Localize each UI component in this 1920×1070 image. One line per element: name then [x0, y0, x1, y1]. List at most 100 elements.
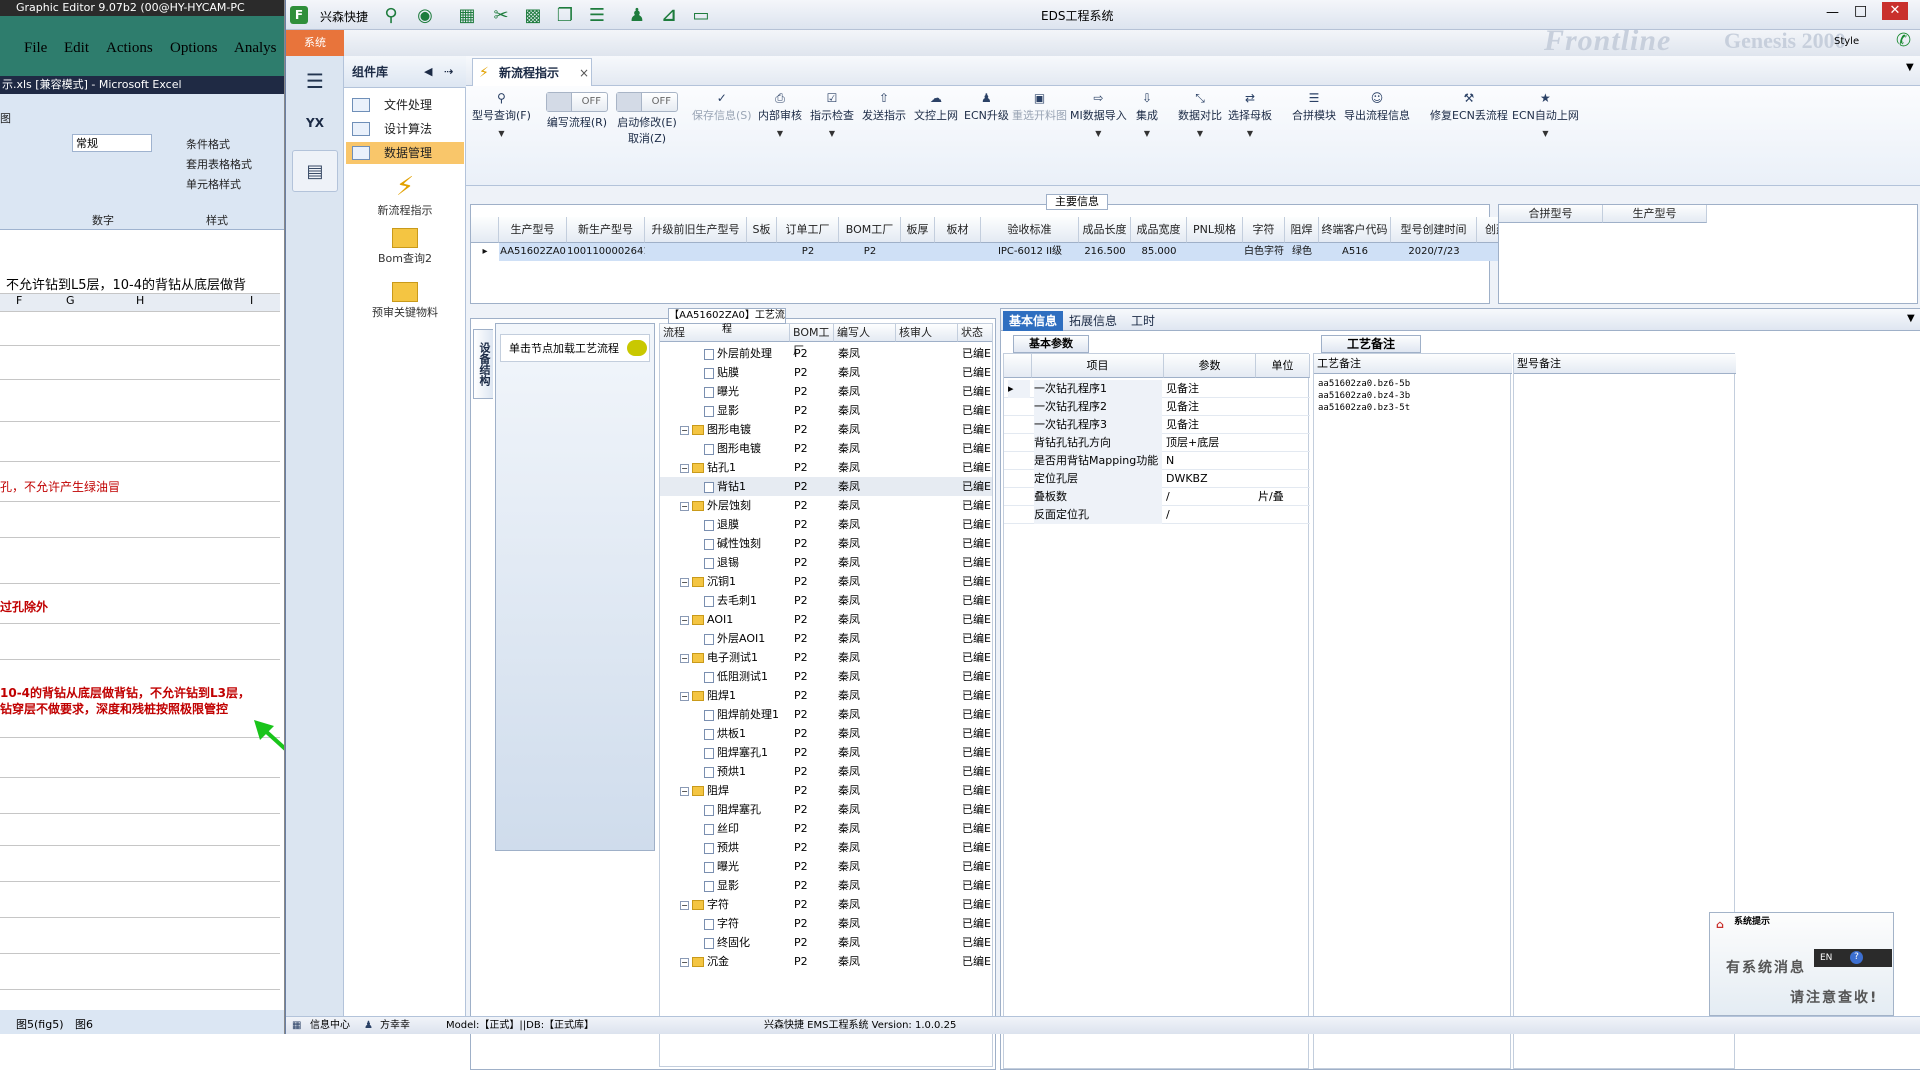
sheet-tab-fig5[interactable]: 图5(fig5): [0, 1018, 64, 1031]
tree-row[interactable]: − AOI1 P2 秦凤 已编E: [660, 610, 992, 629]
param-cell[interactable]: 片/叠: [1258, 488, 1308, 506]
close-button[interactable]: ✕: [1882, 2, 1908, 20]
system-notice-popup[interactable]: ⌂ 系统提示 有系统消息 请注意查收! EN ?: [1709, 912, 1894, 1016]
tree-row[interactable]: 碱性蚀刻 P2 秦凤 已编E: [660, 534, 992, 553]
tree-row[interactable]: − 阻焊1 P2 秦凤 已编E: [660, 686, 992, 705]
main-info-cell[interactable]: 绿色: [1285, 243, 1319, 261]
info-center-icon[interactable]: ▦: [292, 1017, 301, 1035]
language-bar[interactable]: EN ?: [1814, 949, 1892, 967]
tab-work-hours[interactable]: 工时: [1125, 311, 1161, 331]
list-icon[interactable]: ☰: [586, 6, 608, 26]
main-info-cell[interactable]: [935, 243, 981, 261]
copy-icon[interactable]: ❐: [554, 6, 576, 26]
basic-params-grid[interactable]: 项目 参数 单位 ▸ 一次钻孔程序1 见备注 一次钻孔程序2 见备注 一次钻孔程序3 见备注…: [1003, 353, 1310, 1069]
doc-control-online-button[interactable]: ☁ 文控上网: [914, 92, 958, 123]
system-tab[interactable]: 系统: [286, 30, 344, 56]
export-flow-info-button[interactable]: ☺ 导出流程信息: [1344, 92, 1410, 123]
close-tab-icon[interactable]: ×: [579, 59, 589, 87]
info-center-label[interactable]: 信息中心: [310, 1017, 350, 1035]
menu-icon[interactable]: ☰: [292, 60, 338, 102]
main-info-cell[interactable]: 白色字符: [1243, 243, 1285, 261]
tab-extended-info[interactable]: 拓展信息: [1063, 311, 1123, 331]
main-info-cell[interactable]: [901, 243, 935, 261]
tree-row[interactable]: 预烘 P2 秦凤 已编E: [660, 838, 992, 857]
tab-basic-info[interactable]: 基本信息: [1003, 311, 1064, 331]
param-row[interactable]: 背钻孔钻孔方向 顶层+底层: [1004, 434, 1310, 452]
chart-icon[interactable]: ⊿: [658, 6, 680, 26]
ecn-auto-online-button[interactable]: ★ ECN自动上网 ▼: [1512, 92, 1579, 138]
menu-analysis[interactable]: Analys: [234, 40, 277, 57]
pin-icon[interactable]: ⇢: [444, 56, 453, 88]
tree-row[interactable]: − 字符 P2 秦凤 已编E: [660, 895, 992, 914]
minimize-button[interactable]: —: [1826, 5, 1839, 20]
number-format-select[interactable]: 常规: [72, 134, 152, 152]
menu-edit[interactable]: Edit: [64, 40, 89, 57]
tree-row[interactable]: − 钻孔1 P2 秦凤 已编E: [660, 458, 992, 477]
tree-row[interactable]: 外层AOI1 P2 秦凤 已编E: [660, 629, 992, 648]
tree-row[interactable]: 字符 P2 秦凤 已编E: [660, 914, 992, 933]
main-info-cell[interactable]: AA51602ZA0: [499, 243, 567, 261]
collapse-toggle-icon[interactable]: −: [680, 957, 689, 967]
param-cell[interactable]: 见备注: [1166, 416, 1254, 434]
user-icon[interactable]: ♟: [626, 6, 648, 26]
collapse-toggle-icon[interactable]: −: [680, 577, 689, 587]
cancel-label[interactable]: 取消(Z): [628, 132, 666, 145]
param-row[interactable]: 是否用背钻Mapping功能 N: [1004, 452, 1310, 470]
globe-icon[interactable]: ◉: [414, 6, 436, 26]
auto-fix-toggle[interactable]: OFF 启动修改(E) 取消(Z): [616, 92, 678, 146]
tree-row[interactable]: 去毛刺1 P2 秦凤 已编E: [660, 591, 992, 610]
param-row[interactable]: 反面定位孔 /: [1004, 506, 1310, 524]
main-info-cell[interactable]: P2: [839, 243, 901, 261]
select-mother-board-button[interactable]: ⇄ 选择母板 ▼: [1228, 92, 1272, 138]
model-query-button[interactable]: ⚲ 型号查询(F) ▼: [472, 92, 531, 138]
ecn-upgrade-button[interactable]: ♟ ECN升级: [964, 92, 1009, 123]
scissors-icon[interactable]: ✂: [490, 6, 512, 26]
tree-row[interactable]: 贴膜 P2 秦凤 已编E: [660, 363, 992, 382]
collapse-toggle-icon[interactable]: −: [680, 786, 689, 796]
internal-review-button[interactable]: ⎙ 内部审核 ▼: [758, 92, 802, 138]
process-notes[interactable]: 工艺备注 aa51602za0.bz6-5b aa51602za0.bz4-3b…: [1313, 353, 1512, 1069]
tree-row[interactable]: − 外层蚀刻 P2 秦凤 已编E: [660, 496, 992, 515]
main-info-cell[interactable]: [645, 243, 747, 261]
menu-actions[interactable]: Actions: [106, 40, 153, 57]
tree-row[interactable]: 预烘1 P2 秦凤 已编E: [660, 762, 992, 781]
tree-row[interactable]: − 电子测试1 P2 秦凤 已编E: [660, 648, 992, 667]
send-instruction-button[interactable]: ⇧ 发送指示: [862, 92, 906, 123]
off-toggle[interactable]: OFF: [616, 92, 678, 112]
collapse-toggle-icon[interactable]: −: [680, 653, 689, 663]
param-cell[interactable]: 见备注: [1166, 398, 1254, 416]
collapse-toggle-icon[interactable]: −: [680, 900, 689, 910]
collapse-toggle-icon[interactable]: −: [680, 691, 689, 701]
yx-logo-icon[interactable]: YX: [292, 102, 338, 144]
save-info-button[interactable]: ✓ 保存信息(S): [692, 92, 752, 123]
window-icon[interactable]: ▭: [690, 6, 712, 26]
cell-style-button[interactable]: 单元格样式: [186, 176, 241, 192]
tree-row[interactable]: 丝印 P2 秦凤 已编E: [660, 819, 992, 838]
mi-import-button[interactable]: ⇨ MI数据导入 ▼: [1070, 92, 1127, 138]
tree-row[interactable]: 阻焊塞孔 P2 秦凤 已编E: [660, 800, 992, 819]
tree-row[interactable]: 退锡 P2 秦凤 已编E: [660, 553, 992, 572]
tree-row[interactable]: − 图形电镀 P2 秦凤 已编E: [660, 420, 992, 439]
style-dropdown[interactable]: Style: [1834, 36, 1859, 47]
tree-row[interactable]: 烘板1 P2 秦凤 已编E: [660, 724, 992, 743]
lib-item-file-processing[interactable]: 文件处理: [346, 94, 464, 116]
grid-icon[interactable]: ▦: [456, 6, 478, 26]
search-icon[interactable]: ⚲: [380, 6, 402, 26]
menu-options[interactable]: Options: [170, 40, 218, 57]
phone-icon[interactable]: ✆: [1896, 30, 1911, 51]
param-cell[interactable]: 见备注: [1166, 380, 1254, 398]
tree-row[interactable]: − 阻焊 P2 秦凤 已编E: [660, 781, 992, 800]
table-format-button[interactable]: 套用表格格式: [186, 156, 252, 172]
param-cell[interactable]: DWKBZ: [1166, 470, 1254, 488]
tree-row[interactable]: 图形电镀 P2 秦凤 已编E: [660, 439, 992, 458]
tree-row[interactable]: 曝光 P2 秦凤 已编E: [660, 382, 992, 401]
tree-row[interactable]: − 沉金 P2 秦凤 已编E: [660, 952, 992, 971]
film-icon[interactable]: ▩: [522, 6, 544, 26]
param-row[interactable]: ▸ 一次钻孔程序1 见备注: [1004, 380, 1310, 398]
main-info-cell[interactable]: P2: [777, 243, 839, 261]
param-cell[interactable]: /: [1166, 488, 1254, 506]
model-notes[interactable]: 型号备注: [1513, 353, 1736, 1069]
tree-row[interactable]: 阻焊塞孔1 P2 秦凤 已编E: [660, 743, 992, 762]
collapse-toggle-icon[interactable]: −: [680, 425, 689, 435]
main-info-cell[interactable]: A516: [1319, 243, 1391, 261]
